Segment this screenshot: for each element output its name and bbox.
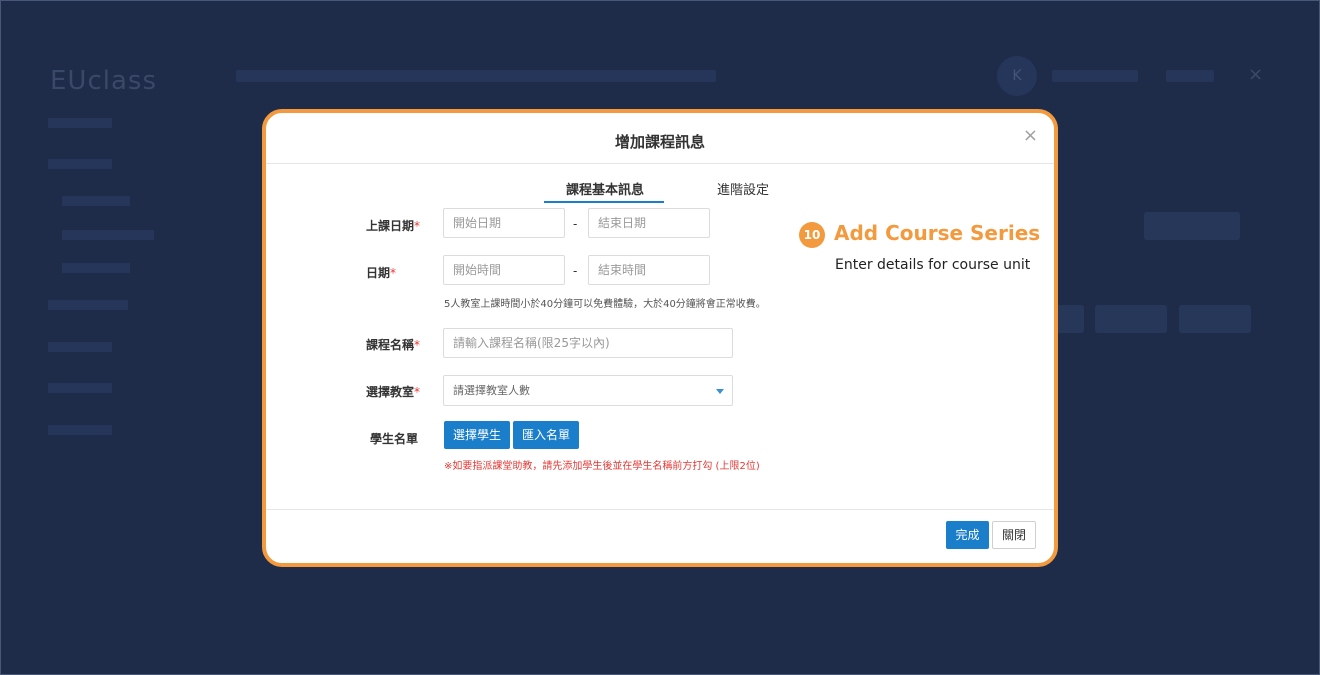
time-label-text: 日期 [366,266,391,280]
logo-sub-text: class [87,66,158,96]
time-label: 日期* [366,264,396,281]
sidebar-item [48,118,112,128]
class-date-label-text: 上課日期 [366,219,415,233]
done-button[interactable]: 完成 [946,521,989,549]
announcement-bar [236,70,716,82]
time-separator: - [573,264,578,278]
end-date-input[interactable] [588,208,710,238]
logo-main-text: EU [50,66,88,96]
help-center-link [1166,70,1214,82]
callout-description: Enter details for course unit [835,257,1031,273]
tab-advanced-settings[interactable]: 進階設定 [717,179,769,198]
background-action-button [1179,305,1251,333]
course-name-input[interactable] [443,328,733,358]
assistant-warning: ※如要指派課堂助教，請先添加學生後並在學生名稱前方打勾 (上限2位) [444,461,760,472]
modal-title: 增加課程訊息 [614,133,705,151]
class-date-label: 上課日期* [366,217,420,234]
classroom-select-value: 請選擇教室人數 [453,384,530,397]
sidebar-subitem [62,230,154,240]
required-mark: * [414,338,421,352]
sidebar-item [48,342,112,352]
classroom-select[interactable]: 請選擇教室人數 [443,375,733,406]
tab-basic-info[interactable]: 課程基本訊息 [566,179,644,198]
background-action-button [1056,305,1084,333]
sidebar-item [48,159,112,169]
footer-divider [266,509,1054,510]
user-name [1052,70,1138,82]
active-tab-indicator [544,201,664,203]
close-icon[interactable]: × [1023,125,1038,146]
sidebar-subitem [62,196,130,206]
sidebar-item [48,300,128,310]
classroom-label-text: 選擇教室 [366,385,415,399]
course-name-label-text: 課程名稱 [366,338,415,352]
close-button[interactable]: 關閉 [992,521,1036,549]
modal-header: 增加課程訊息 × [266,113,1054,164]
avatar: K [997,56,1037,96]
course-name-label: 課程名稱* [366,336,420,353]
classroom-label: 選擇教室* [366,383,420,400]
required-mark: * [414,219,421,233]
step-number-badge: 10 [799,222,825,248]
chevron-down-icon [716,389,724,394]
import-list-button[interactable]: 匯入名單 [513,421,579,449]
background-action-button [1144,212,1240,240]
app-logo: EUclass [50,58,157,98]
add-course-modal: 增加課程訊息 × 課程基本訊息 進階設定 上課日期* - 日期* - 5人教室上… [262,109,1058,567]
sidebar-subitem [62,263,130,273]
required-mark: * [414,385,421,399]
required-mark: * [390,266,397,280]
start-date-input[interactable] [443,208,565,238]
select-students-button[interactable]: 選擇學生 [444,421,510,449]
window-close-icon: × [1248,64,1264,85]
date-separator: - [573,217,578,231]
background-action-button [1095,305,1167,333]
sidebar-item [48,383,112,393]
end-time-input[interactable] [588,255,710,285]
sidebar-item [48,425,112,435]
callout-title: Add Course Series [834,221,1041,245]
student-list-label: 學生名單 [370,432,419,446]
time-hint: 5人教室上課時間小於40分鐘可以免費體驗，大於40分鐘將會正常收費。 [444,299,766,310]
start-time-input[interactable] [443,255,565,285]
